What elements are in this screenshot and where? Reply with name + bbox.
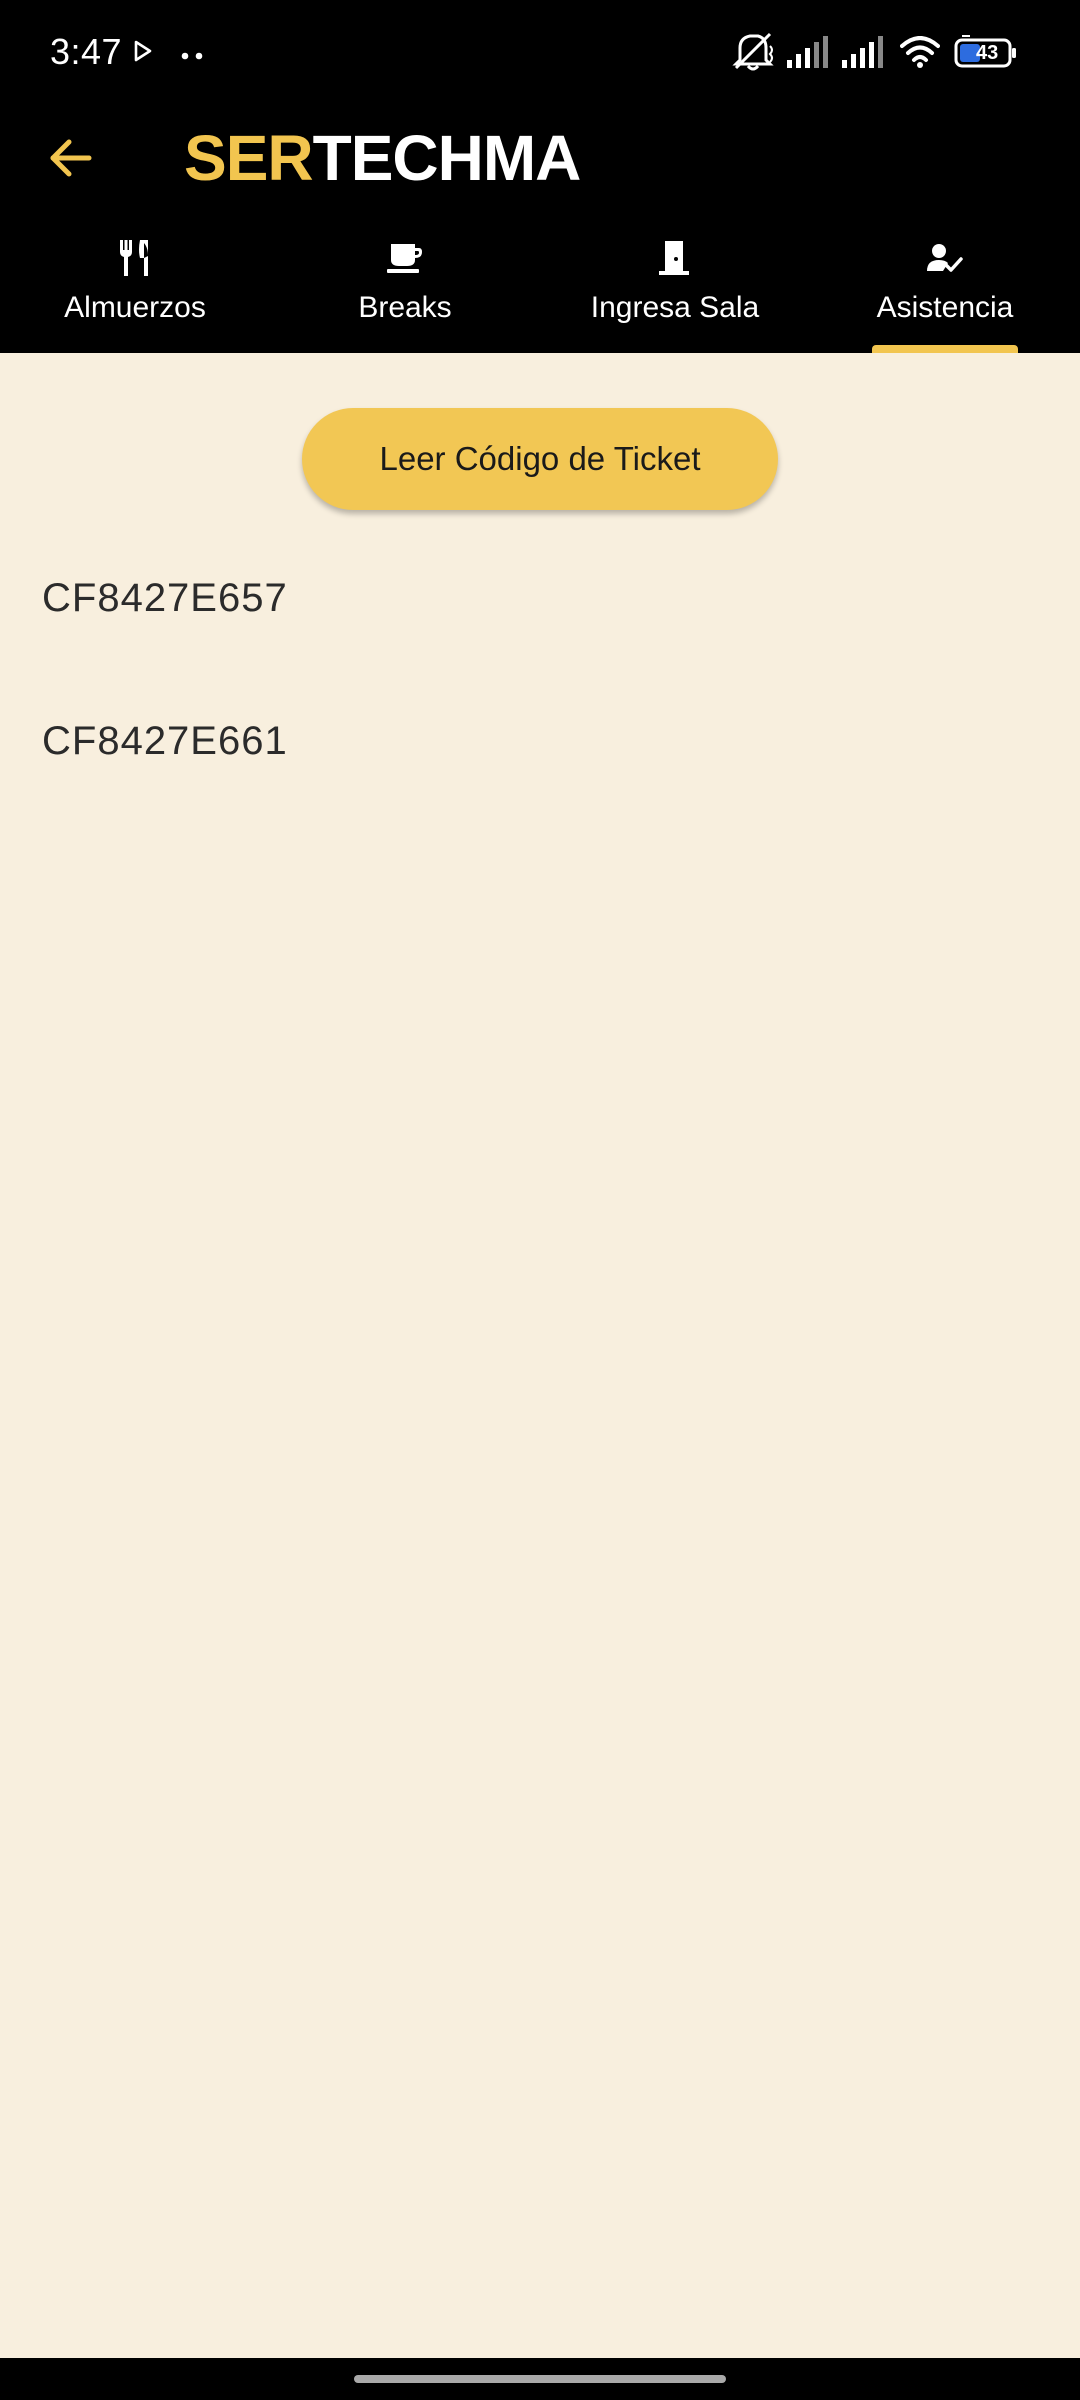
selected-tab-indicator [872,345,1018,353]
tab-asistencia[interactable]: Asistencia [810,228,1080,353]
tab-label: Almuerzos [64,291,206,324]
arrow-back-icon [47,135,93,186]
ticket-code-list: CF8427E657 CF8427E661 [42,568,1032,854]
status-bar: 3:47 43 [0,0,1080,104]
coffee-cup-icon [385,238,425,278]
system-navigation-bar [0,2358,1080,2400]
top-bar: 3:47 43 SERTECHMA Almuerzos Breaks Ingre… [0,0,1080,353]
main-content: Leer Código de Ticket CF8427E657 CF8427E… [0,353,1080,2358]
tab-label: Asistencia [876,291,1014,324]
app-title-accent: SER [184,122,314,194]
mute-icon [732,32,776,77]
tab-ingresa-sala[interactable]: Ingresa Sala [540,228,810,353]
signal-icon [842,36,886,73]
back-button[interactable] [30,120,110,200]
list-item: CF8427E661 [42,719,288,763]
person-check-icon [925,238,965,278]
status-time: 3:47 [50,31,123,72]
play-store-icon [134,40,152,67]
app-bar: SERTECHMA [0,104,1080,204]
wifi-icon [900,36,940,73]
signal-icon [787,36,831,73]
tab-almuerzos[interactable]: Almuerzos [0,228,270,353]
list-item: CF8427E657 [42,576,288,620]
battery-icon: 43 [954,34,1018,75]
app-title-rest: TECHMA [312,122,582,194]
tab-breaks[interactable]: Breaks [270,228,540,353]
tab-label: Ingresa Sala [590,291,760,324]
more-dots-icon [181,47,205,65]
door-icon [655,238,695,278]
app-title: SERTECHMA [184,117,582,199]
tab-bar: Almuerzos Breaks Ingresa Sala Asistencia [0,228,1080,353]
utensils-icon [115,238,155,278]
battery-level: 43 [976,42,999,64]
tab-label: Breaks [358,291,452,324]
home-indicator[interactable] [354,2375,726,2383]
read-ticket-code-button[interactable]: Leer Código de Ticket [302,408,778,510]
